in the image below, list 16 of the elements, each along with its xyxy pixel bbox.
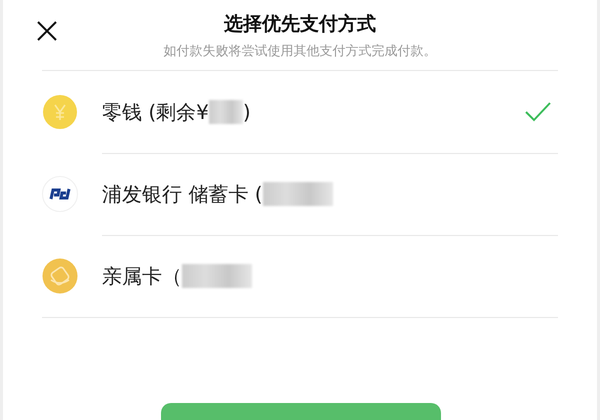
redacted-block: [208, 100, 243, 124]
payment-option[interactable]: 亲属卡（: [42, 235, 558, 317]
dialog-subtitle: 如付款失败将尝试使用其他支付方式完成付款。: [164, 43, 436, 60]
payment-option[interactable]: 浦发银行 储蓄卡 (: [42, 153, 558, 235]
close-icon[interactable]: [36, 20, 58, 42]
redacted-block: [262, 182, 333, 206]
option-label: 浦发银行 储蓄卡 (: [102, 180, 263, 208]
card-icon: [42, 258, 78, 294]
redacted-block: [182, 264, 252, 288]
option-label: ): [242, 100, 251, 124]
payment-option[interactable]: 零钱 (剩余¥ ): [42, 71, 558, 153]
option-label: 亲属卡（: [102, 262, 182, 290]
coin-icon: [42, 94, 78, 130]
dialog-title: 选择优先支付方式: [224, 12, 376, 37]
bank-logo-icon: [42, 176, 78, 212]
option-label: 零钱 (剩余¥: [102, 98, 209, 126]
